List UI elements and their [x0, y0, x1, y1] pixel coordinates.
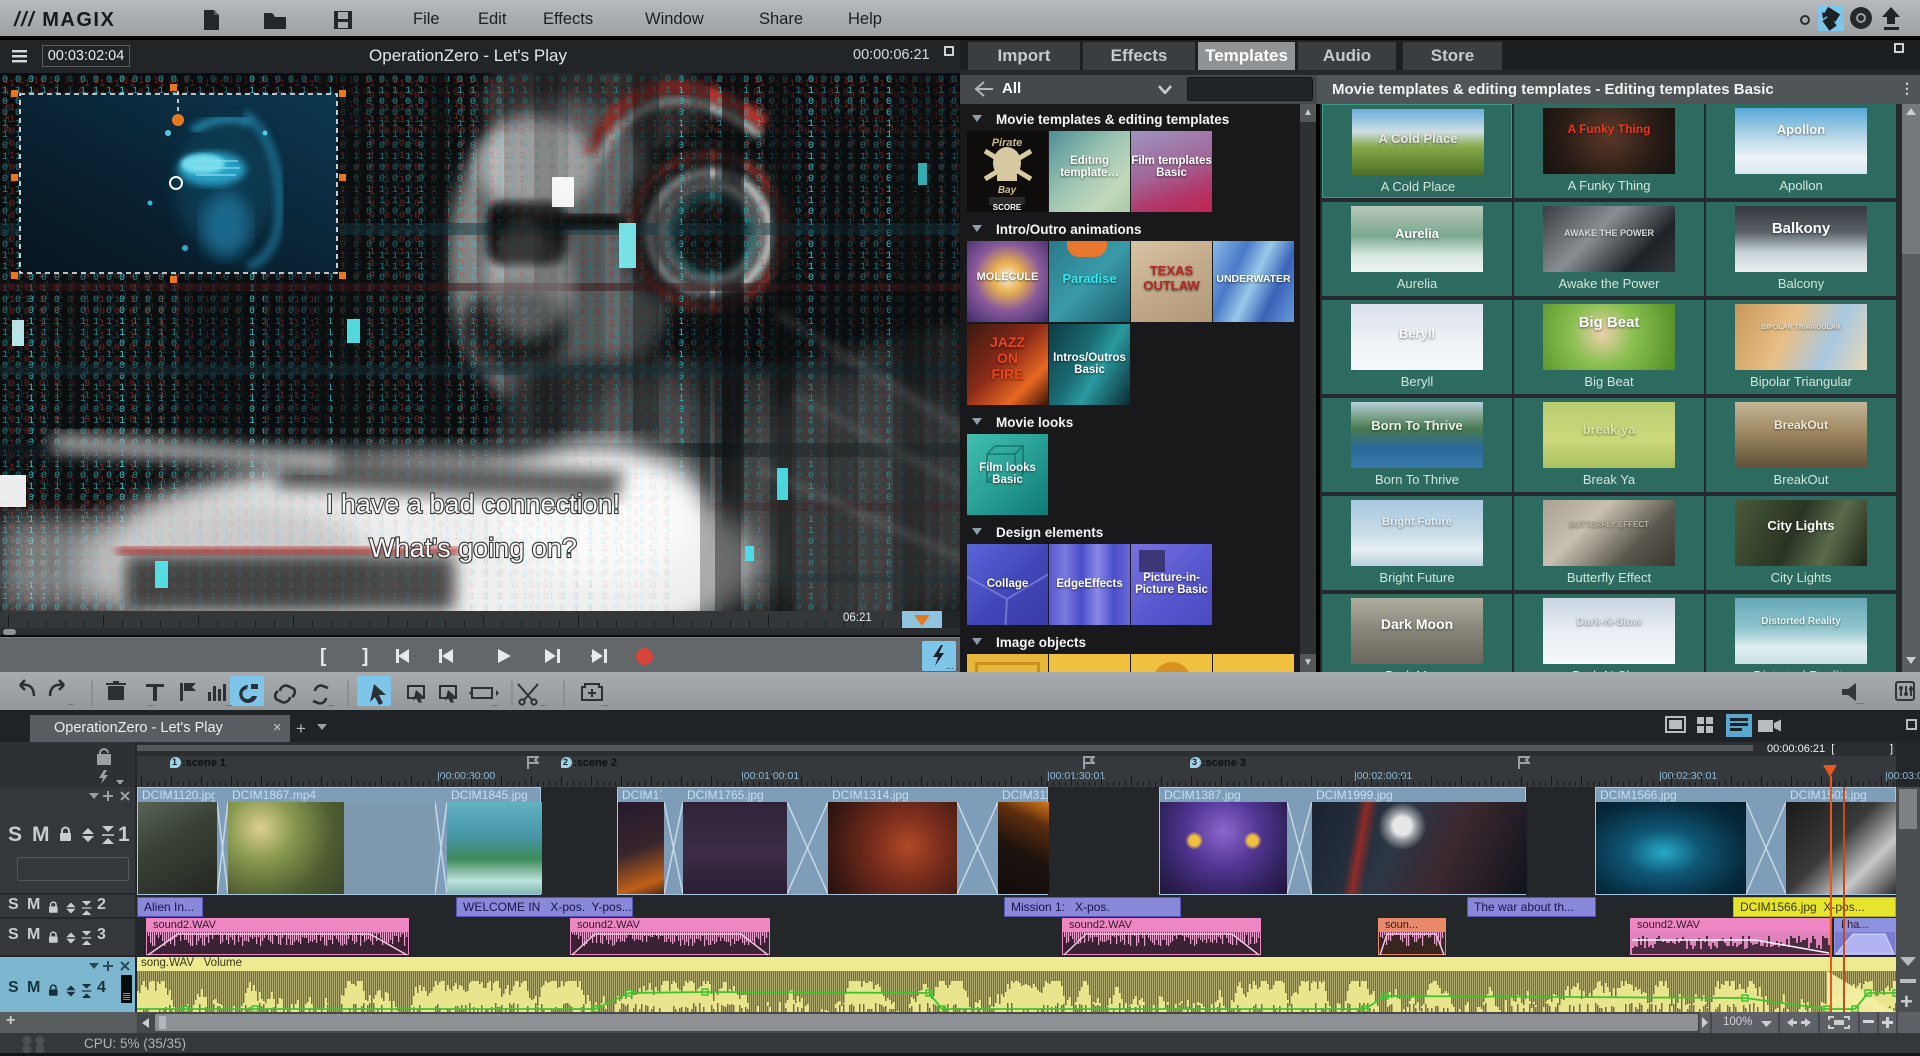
svg-text:...: ... [492, 699, 499, 708]
svg-text:SCORE: SCORE [993, 203, 1022, 212]
svg-text:Bay: Bay [998, 185, 1017, 196]
svg-text:...: ... [1856, 696, 1864, 706]
svg-text:What's going on?: What's going on? [369, 533, 577, 563]
svg-text:Pirate: Pirate [992, 137, 1023, 149]
svg-text:I have a bad connection!: I have a bad connection! [326, 489, 620, 519]
svg-text:...: ... [226, 699, 233, 708]
svg-text:...: ... [68, 698, 75, 707]
svg-text:...: ... [540, 699, 547, 708]
svg-text:...: ... [148, 699, 155, 708]
svg-text:...: ... [602, 699, 609, 708]
svg-text:...: ... [328, 699, 335, 708]
